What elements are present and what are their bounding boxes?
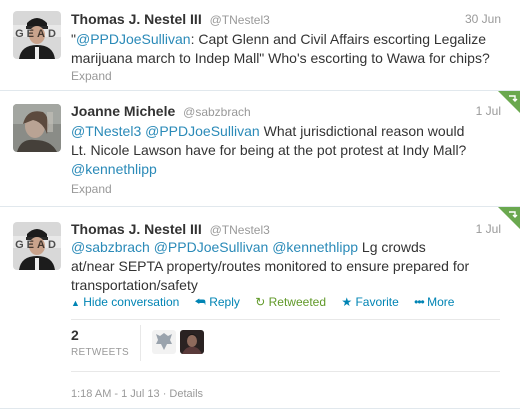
author-handle[interactable]: @TNestel3	[210, 13, 270, 27]
more-button[interactable]: ••• More	[414, 295, 454, 309]
retweeted-button[interactable]: ↻ Retweeted	[255, 295, 326, 309]
tweet-text: @TNestel3 @PPDJoeSullivan What jurisdict…	[71, 122, 481, 179]
retweeter-avatar[interactable]	[152, 330, 176, 354]
mention-link[interactable]: @sabzbrach	[71, 239, 150, 255]
avatar[interactable]	[13, 104, 61, 152]
mention-link[interactable]: @kennethlipp	[71, 161, 157, 177]
retweeted-corner-icon	[498, 91, 520, 113]
tweet-actions: ▲ Hide conversation ⮪ Reply ↻ Retweeted …	[71, 295, 466, 310]
reply-button[interactable]: ⮪ Reply	[195, 295, 240, 309]
expand-link[interactable]: Expand	[71, 69, 112, 83]
tweet-2[interactable]: Joanne Michele @sabzbrach 1 Jul @TNestel…	[0, 91, 520, 207]
author-handle[interactable]: @TNestel3	[210, 223, 270, 237]
mention-link[interactable]: @kennethlipp	[272, 239, 358, 255]
tweet-text: "@PPDJoeSullivan: Capt Glenn and Civil A…	[71, 30, 501, 68]
retweet-icon: ↻	[255, 295, 266, 309]
hide-conversation-button[interactable]: ▲ Hide conversation	[71, 295, 179, 309]
expand-link[interactable]: Expand	[71, 182, 112, 196]
mention-link[interactable]: @PPDJoeSullivan	[154, 239, 269, 255]
more-label: More	[427, 295, 455, 309]
retweeter-avatar[interactable]	[180, 330, 204, 354]
tweet-timestamp[interactable]: 30 Jun	[465, 12, 501, 26]
author-handle[interactable]: @sabzbrach	[183, 105, 251, 119]
footer-divider	[71, 371, 500, 372]
reply-label: Reply	[209, 295, 240, 309]
more-dots-icon: •••	[414, 295, 425, 309]
author-name[interactable]: Thomas J. Nestel III	[71, 221, 202, 237]
retweeted-label: Retweeted	[268, 295, 326, 309]
stats-vertical-divider	[140, 325, 141, 361]
collapse-triangle-icon: ▲	[71, 298, 80, 308]
tweet-3-expanded[interactable]: GEAD Thomas J. Nestel III @TNestel3 1 Ju…	[0, 207, 520, 409]
tweet-text: @sabzbrach @PPDJoeSullivan @kennethlipp …	[71, 238, 471, 295]
avatar[interactable]: GEAD	[13, 11, 61, 59]
tweet-timestamp[interactable]: 1 Jul	[476, 104, 501, 118]
favorite-label: Favorite	[355, 295, 399, 309]
star-icon: ★	[341, 295, 353, 309]
reply-arrow-icon: ⮪	[194, 295, 206, 309]
tweet-1[interactable]: GEAD Thomas J. Nestel III @TNestel3 30 J…	[0, 0, 520, 91]
author-name[interactable]: Joanne Michele	[71, 103, 175, 119]
author-name[interactable]: Thomas J. Nestel III	[71, 11, 202, 27]
tweet-timestamp[interactable]: 1 Jul	[476, 222, 501, 236]
mention-link[interactable]: @PPDJoeSullivan	[76, 31, 191, 47]
retweet-count-label[interactable]: RETWEETS	[71, 347, 129, 358]
retweeted-corner-icon	[498, 207, 520, 229]
avatar[interactable]: GEAD	[13, 222, 61, 270]
hide-conversation-label: Hide conversation	[83, 295, 180, 309]
retweet-count[interactable]: 2	[71, 327, 79, 343]
avatar-lettering: GEAD	[15, 239, 59, 251]
mention-link[interactable]: @TNestel3	[71, 123, 141, 139]
avatar-lettering: GEAD	[15, 28, 59, 40]
tweet-details-footer[interactable]: 1:18 AM - 1 Jul 13 · Details	[71, 388, 203, 400]
favorite-button[interactable]: ★ Favorite	[341, 295, 398, 309]
mention-link[interactable]: @PPDJoeSullivan	[145, 123, 260, 139]
stats-divider	[71, 319, 500, 320]
